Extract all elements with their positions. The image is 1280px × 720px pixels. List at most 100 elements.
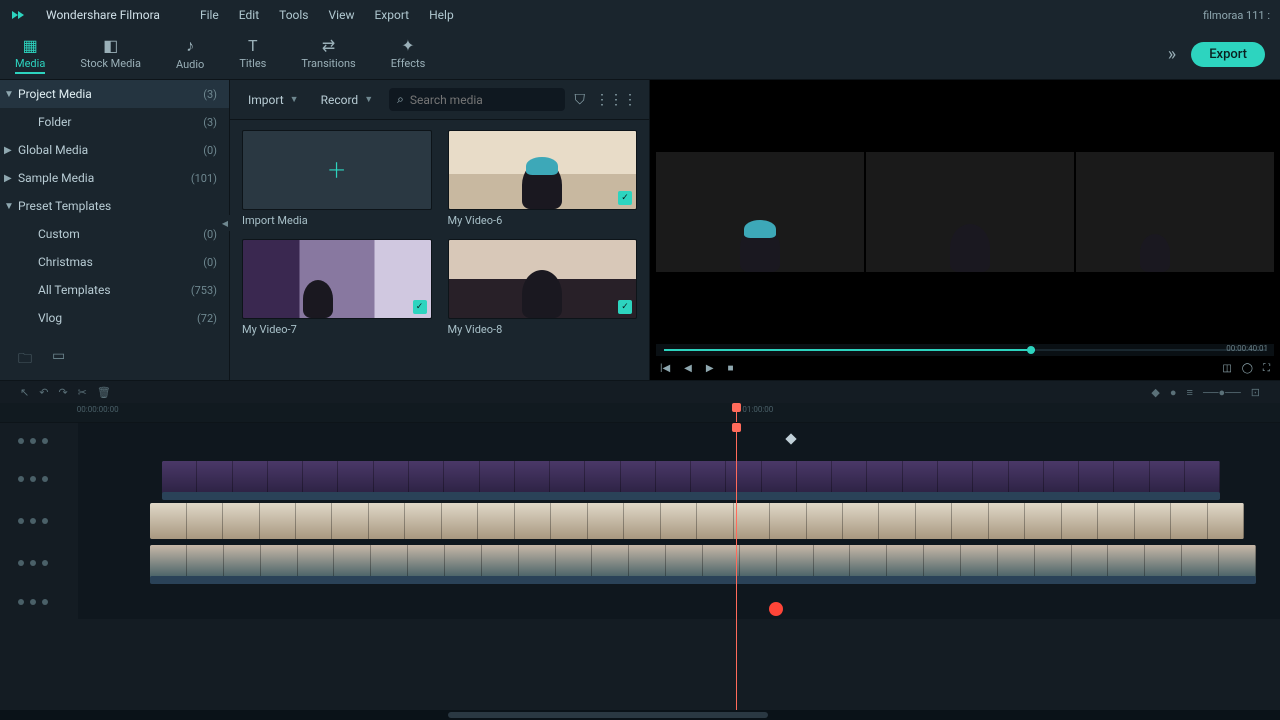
preview-scrubber[interactable]: 00:00:40:01 [656, 344, 1274, 356]
sidebar-count: (753) [191, 284, 217, 297]
track-lock-icon[interactable] [30, 476, 36, 482]
play-button[interactable]: ▶ [706, 363, 714, 374]
sidebar-item-custom[interactable]: Custom(0) [0, 220, 229, 248]
track-lock-icon[interactable] [30, 560, 36, 566]
track-body[interactable] [78, 584, 1280, 619]
audio-waveform[interactable] [162, 492, 1220, 500]
sidebar-item-vlog[interactable]: Vlog(72) [0, 304, 229, 332]
track-header[interactable] [0, 423, 78, 458]
sidebar-count: (72) [197, 312, 217, 325]
prev-button[interactable]: |◀ [660, 363, 670, 374]
tl-delete-icon[interactable]: 🗑 [97, 386, 111, 399]
snapshot-icon[interactable]: ◫ [1222, 363, 1231, 374]
fullscreen-icon[interactable]: ⛶ [1263, 363, 1270, 374]
tl-zoom-slider[interactable]: ──●── [1203, 386, 1241, 399]
track-visibility-icon[interactable] [18, 476, 24, 482]
chevron-down-icon: ▼ [290, 94, 299, 105]
grid-view-icon[interactable]: ⋮⋮⋮ [595, 92, 637, 108]
media-thumbnail: ✓ [448, 239, 638, 319]
track-header[interactable] [0, 500, 78, 542]
new-folder-icon[interactable]: 🗀 [18, 348, 32, 372]
track-visibility-icon[interactable] [18, 560, 24, 566]
step-back-button[interactable]: ◀ [684, 363, 692, 374]
playhead-line[interactable] [736, 423, 737, 710]
track-lock-icon[interactable] [30, 438, 36, 444]
menu-help[interactable]: Help [429, 8, 454, 22]
track-body[interactable] [78, 423, 1280, 458]
timeline-clip[interactable] [150, 503, 1244, 539]
track-mute-icon[interactable] [42, 599, 48, 605]
export-button[interactable]: Export [1191, 42, 1265, 67]
track-header[interactable] [0, 584, 78, 619]
ruler-tick: 01:00:00 [742, 405, 773, 414]
track-mute-icon[interactable] [42, 476, 48, 482]
media-card[interactable]: ✓My Video-8 [448, 239, 638, 336]
preview-canvas[interactable] [650, 80, 1280, 344]
sidebar-item-all-templates[interactable]: All Templates(753) [0, 276, 229, 304]
tab-stock-media[interactable]: ◧Stock Media [80, 36, 141, 74]
scrollbar-thumb[interactable] [448, 712, 768, 718]
track-header[interactable] [0, 542, 78, 584]
filter-icon[interactable]: ⛉ [575, 92, 586, 108]
import-dropdown[interactable]: Import ▼ [242, 89, 305, 111]
track-lock-icon[interactable] [30, 599, 36, 605]
tl-record-icon[interactable]: ● [1170, 386, 1177, 399]
sidebar-item-christmas[interactable]: Christmas(0) [0, 248, 229, 276]
timeline-ruler[interactable]: 00:00:00:0001:00:00 [0, 403, 1280, 423]
more-tabs-button[interactable]: » [1168, 44, 1176, 65]
search-box[interactable]: ⌕ [389, 88, 564, 111]
sidebar-item-global-media[interactable]: ▶Global Media(0) [0, 136, 229, 164]
tab-effects[interactable]: ✦Effects [391, 36, 426, 74]
sidebar-label: Project Media [18, 87, 203, 101]
tl-undo-icon[interactable]: ↶ [39, 386, 48, 399]
menu-edit[interactable]: Edit [239, 8, 259, 22]
menu-export[interactable]: Export [374, 8, 409, 22]
tl-marker-icon[interactable]: ◆ [1151, 386, 1159, 399]
track-mute-icon[interactable] [42, 518, 48, 524]
sidebar-item-preset-templates[interactable]: ▼Preset Templates [0, 192, 229, 220]
collapse-handle-icon[interactable]: ◀ [220, 215, 230, 231]
menu-tools[interactable]: Tools [279, 8, 308, 22]
quality-icon[interactable]: ◯ [1242, 363, 1253, 374]
tl-split-icon[interactable]: ✂ [78, 386, 87, 399]
record-dropdown[interactable]: Record ▼ [315, 89, 380, 111]
audio-icon: ♪ [186, 36, 194, 56]
playhead[interactable] [736, 403, 737, 422]
tab-audio[interactable]: ♪Audio [176, 36, 204, 74]
tl-fit-icon[interactable]: ⊡ [1251, 386, 1260, 399]
tl-redo-icon[interactable]: ↷ [58, 386, 67, 399]
tab-media[interactable]: ▦Media [15, 36, 45, 74]
track-body[interactable] [78, 542, 1280, 584]
track-visibility-icon[interactable] [18, 518, 24, 524]
tab-transitions[interactable]: ⇄Transitions [301, 36, 355, 74]
tab-titles[interactable]: TTitles [239, 36, 266, 74]
import-media-card[interactable]: +Import Media [242, 130, 432, 227]
track-body[interactable] [78, 458, 1280, 500]
sidebar-count: (0) [203, 228, 217, 241]
media-card[interactable]: ✓My Video-7 [242, 239, 432, 336]
record-marker-icon[interactable] [769, 602, 783, 616]
track-lock-icon[interactable] [30, 518, 36, 524]
track-header[interactable] [0, 458, 78, 500]
track-mute-icon[interactable] [42, 438, 48, 444]
sidebar-label: Preset Templates [18, 199, 217, 213]
tl-cursor-icon[interactable]: ↖ [20, 386, 29, 399]
stop-button[interactable]: ■ [728, 363, 734, 374]
track-mute-icon[interactable] [42, 560, 48, 566]
track-visibility-icon[interactable] [18, 599, 24, 605]
keyframe-icon[interactable] [786, 433, 797, 444]
track-body[interactable] [78, 500, 1280, 542]
menu-view[interactable]: View [329, 8, 355, 22]
track-visibility-icon[interactable] [18, 438, 24, 444]
sidebar-item-folder[interactable]: Folder(3) [0, 108, 229, 136]
folder-icon[interactable]: ▭ [52, 348, 65, 372]
menu-file[interactable]: File [200, 8, 219, 22]
sidebar-item-sample-media[interactable]: ▶Sample Media(101) [0, 164, 229, 192]
tl-mixer-icon[interactable]: ≡ [1187, 386, 1193, 399]
audio-waveform[interactable] [150, 576, 1256, 584]
search-input[interactable] [410, 93, 557, 107]
titles-icon: T [248, 36, 258, 55]
sidebar-item-project-media[interactable]: ▼Project Media(3) [0, 80, 229, 108]
timeline-scrollbar[interactable] [0, 710, 1280, 720]
media-card[interactable]: ✓My Video-6 [448, 130, 638, 227]
